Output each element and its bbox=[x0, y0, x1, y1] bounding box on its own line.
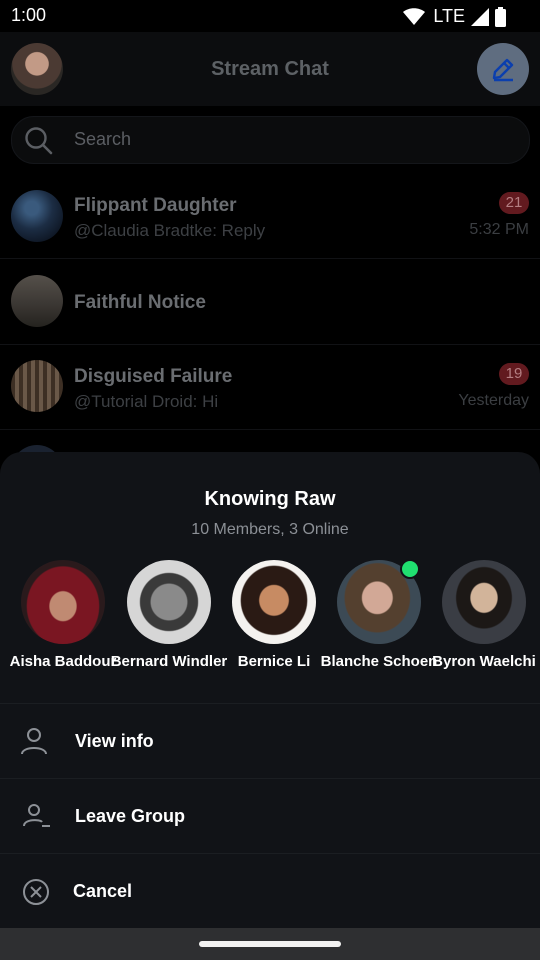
search-field[interactable] bbox=[11, 116, 530, 164]
page-title: Stream Chat bbox=[211, 58, 329, 80]
channel-preview: @Claudia Bradtke: Reply bbox=[74, 221, 266, 240]
channel-actions-sheet: Knowing Raw 10 Members, 3 Online Aisha B… bbox=[0, 452, 540, 928]
member-count: 10 Members, 3 Online bbox=[191, 521, 349, 538]
unread-badge: 21 bbox=[499, 192, 529, 214]
pencil-icon bbox=[492, 58, 514, 82]
channel-item[interactable]: Disguised Failure @Tutorial Droid: Hi 19… bbox=[0, 345, 540, 429]
status-bar: 1:00 LTE bbox=[0, 0, 540, 32]
person-icon bbox=[21, 728, 47, 755]
battery-icon bbox=[495, 6, 506, 27]
view-info-button[interactable]: View info bbox=[0, 704, 540, 778]
online-indicator bbox=[400, 559, 420, 579]
action-label: Leave Group bbox=[75, 806, 186, 826]
search-icon bbox=[25, 127, 53, 155]
channel-avatar bbox=[11, 275, 63, 327]
sheet-title: Knowing Raw bbox=[204, 488, 336, 510]
channel-avatar bbox=[11, 360, 63, 412]
status-time: 1:00 bbox=[11, 5, 47, 25]
status-icons: LTE bbox=[403, 6, 506, 27]
signal-icon bbox=[471, 7, 489, 26]
action-label: View info bbox=[75, 731, 154, 751]
unread-badge: 19 bbox=[499, 363, 529, 385]
avatar bbox=[21, 560, 105, 644]
action-label: Cancel bbox=[73, 881, 133, 901]
home-handle[interactable] bbox=[199, 941, 341, 947]
channel-item[interactable]: Flippant Daughter @Claudia Bradtke: Repl… bbox=[0, 176, 540, 258]
wifi-icon bbox=[403, 7, 426, 25]
cancel-button[interactable]: Cancel bbox=[0, 854, 540, 928]
leave-group-button[interactable]: Leave Group bbox=[0, 779, 540, 853]
channel-avatar bbox=[11, 190, 63, 242]
list-divider bbox=[0, 429, 540, 430]
channel-name: Faithful Notice bbox=[74, 292, 206, 313]
search-input[interactable] bbox=[72, 128, 496, 151]
channel-timestamp: 5:32 PM bbox=[469, 221, 529, 238]
avatar bbox=[232, 560, 316, 644]
avatar bbox=[442, 560, 526, 644]
compose-button[interactable] bbox=[477, 43, 529, 95]
person-remove-icon bbox=[23, 804, 50, 827]
network-type: LTE bbox=[433, 6, 465, 26]
channel-name: Flippant Daughter bbox=[74, 195, 237, 216]
cancel-circle-icon bbox=[23, 879, 49, 905]
channel-name: Disguised Failure bbox=[74, 366, 233, 387]
channel-item[interactable]: Faithful Notice bbox=[0, 259, 540, 344]
channel-preview: @Tutorial Droid: Hi bbox=[74, 392, 219, 411]
navigation-bar bbox=[0, 928, 540, 960]
avatar bbox=[127, 560, 211, 644]
member-name: Byron Waelchi bbox=[432, 653, 536, 670]
channel-timestamp: Yesterday bbox=[458, 392, 529, 409]
app-header: Stream Chat bbox=[0, 32, 540, 106]
search-bar bbox=[0, 106, 540, 176]
